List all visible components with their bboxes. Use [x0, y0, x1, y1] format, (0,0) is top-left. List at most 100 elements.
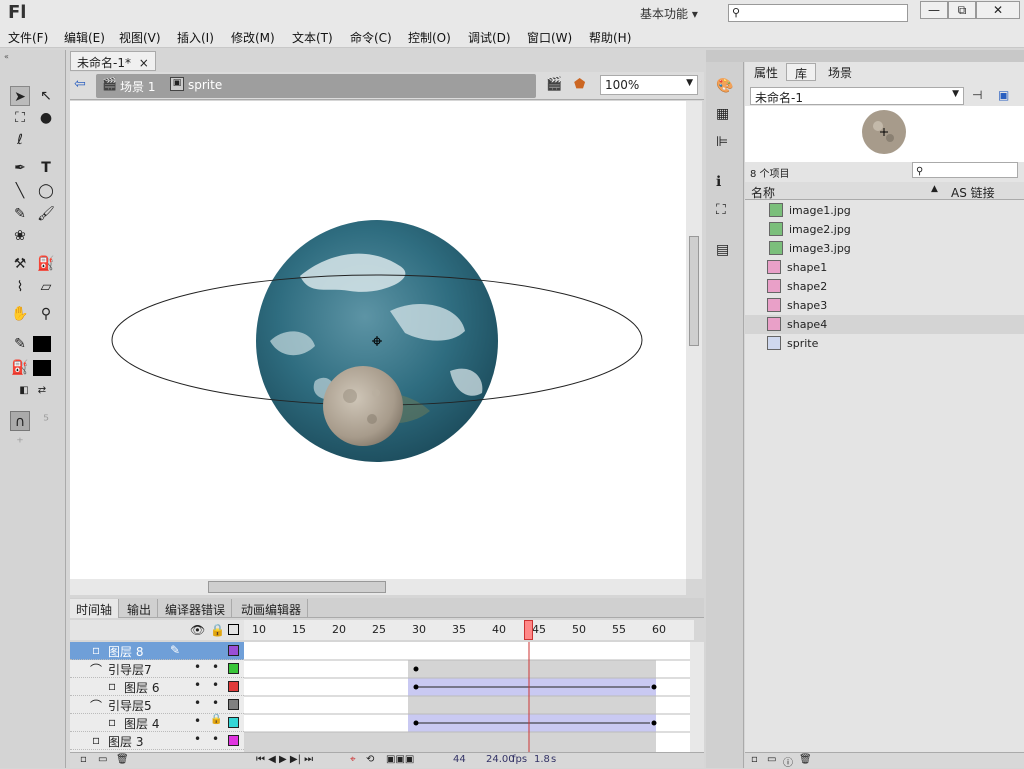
deco-tool-icon[interactable]: ❀ — [10, 226, 30, 246]
breadcrumb-symbol[interactable]: sprite — [188, 78, 222, 92]
column-name[interactable]: 名称 — [751, 184, 775, 201]
edit-scene-icon[interactable]: 🎬 — [546, 77, 562, 92]
layer-color-swatch[interactable] — [228, 735, 239, 746]
close-tab-icon[interactable]: × — [139, 56, 149, 70]
frame-ruler[interactable]: 10 15 20 25 30 35 40 45 50 55 60 — [244, 620, 694, 640]
selection-tool-icon[interactable]: ➤ — [10, 86, 30, 106]
zoom-select[interactable]: 100% ▼ — [600, 75, 698, 95]
back-arrow-icon[interactable]: ⇦ — [74, 76, 86, 92]
delete-layer-icon[interactable]: 🗑 — [116, 754, 129, 765]
onion-skin-icon[interactable]: ▣▣▣ — [386, 754, 414, 765]
line-tool-icon[interactable]: ╲ — [10, 181, 30, 201]
menu-view[interactable]: 视图(V) — [119, 29, 161, 46]
stroke-color-swatch[interactable] — [33, 336, 51, 352]
layer-row[interactable]: ▫ 图层 6 • • — [70, 678, 244, 696]
subselection-tool-icon[interactable]: ↖ — [36, 86, 56, 106]
visible-dot[interactable]: • — [194, 660, 201, 674]
playhead[interactable] — [524, 620, 533, 640]
sort-asc-icon[interactable]: ▲ — [931, 184, 938, 194]
hand-tool-icon[interactable]: ✋ — [10, 304, 30, 324]
tab-timeline[interactable]: 时间轴 — [70, 599, 120, 618]
straighten-icon[interactable]: ⁺ — [10, 433, 30, 453]
menu-text[interactable]: 文本(T) — [292, 29, 333, 46]
document-tab[interactable]: 未命名-1* × — [70, 51, 156, 71]
smooth-icon[interactable]: ⁵ — [36, 411, 56, 431]
library-item[interactable]: shape4 — [745, 315, 1024, 334]
layer-row[interactable]: ⌒ 引导层5 • • — [70, 696, 244, 714]
library-search-input[interactable]: ⚲ — [912, 162, 1018, 178]
help-search-input[interactable]: ⚲ — [728, 4, 908, 22]
loop-icon[interactable]: ⟲ — [366, 754, 374, 765]
menu-file[interactable]: 文件(F) — [8, 29, 48, 46]
new-folder-icon[interactable]: ▭ — [98, 754, 107, 765]
components-icon[interactable]: ▤ — [716, 242, 729, 258]
pen-tool-icon[interactable]: ✒ — [10, 158, 30, 178]
delete-icon[interactable]: 🗑 — [799, 754, 812, 765]
lock-icon[interactable]: 🔒 — [210, 623, 225, 637]
eyedropper-tool-icon[interactable]: ⌇ — [10, 277, 30, 297]
layer-color-swatch[interactable] — [228, 681, 239, 692]
center-frame-icon[interactable]: ⌖ — [350, 754, 356, 765]
lock-dot[interactable]: • — [212, 678, 219, 692]
visible-dot[interactable]: • — [194, 678, 201, 692]
transform-icon[interactable]: ⛶ — [716, 202, 726, 218]
eraser-tool-icon[interactable]: ▱ — [36, 277, 56, 297]
free-transform-tool-icon[interactable]: ⛶ — [10, 108, 30, 128]
text-tool-icon[interactable]: T — [36, 158, 56, 178]
menu-edit[interactable]: 编辑(E) — [64, 29, 105, 46]
visible-dot[interactable]: • — [194, 696, 201, 710]
playback-controls[interactable]: ⏮ ◀ ▶ ▶| ⏭ — [256, 754, 313, 765]
swap-colors-icon[interactable]: ⇄ — [32, 381, 52, 401]
layer-row[interactable]: ⌒ 引导层7 • • — [70, 660, 244, 678]
library-item[interactable]: shape3 — [745, 296, 1024, 315]
eye-icon[interactable]: 👁 — [190, 623, 205, 637]
info-icon[interactable]: ℹ — [716, 174, 721, 190]
tab-scene[interactable]: 场景 — [820, 63, 860, 81]
vertical-scroll-thumb[interactable] — [689, 236, 699, 346]
column-linkage[interactable]: AS 链接 — [951, 184, 995, 201]
library-item[interactable]: image2.jpg — [745, 220, 1024, 239]
library-item[interactable]: sprite — [745, 334, 1024, 353]
snap-to-objects-icon[interactable]: ∩ — [10, 411, 30, 431]
menu-debug[interactable]: 调试(D) — [468, 29, 511, 46]
visible-dot[interactable]: • — [194, 714, 201, 728]
menu-modify[interactable]: 修改(M) — [231, 29, 275, 46]
layer-row[interactable]: ▫ 图层 3 • • — [70, 732, 244, 750]
black-white-icon[interactable]: ◧ — [14, 381, 34, 401]
new-layer-icon[interactable]: ▫ — [80, 754, 87, 765]
breadcrumb-scene[interactable]: 场景 1 — [120, 78, 155, 95]
tab-library[interactable]: 库 — [786, 63, 817, 81]
library-item[interactable]: shape1 — [745, 258, 1024, 277]
menu-commands[interactable]: 命令(C) — [350, 29, 392, 46]
lasso-tool-icon[interactable]: ℓ — [10, 130, 30, 150]
align-icon[interactable]: ⊫ — [716, 134, 728, 150]
stage-horizontal-scrollbar[interactable] — [70, 579, 686, 595]
layer-color-swatch[interactable] — [228, 663, 239, 674]
bone-tool-icon[interactable]: ⚒ — [10, 254, 30, 274]
new-folder-icon[interactable]: ▭ — [767, 754, 776, 765]
frame-rate[interactable]: 24.00 — [486, 754, 515, 765]
tab-motion-editor[interactable]: 动画编辑器 — [235, 599, 309, 618]
layer-color-swatch[interactable] — [228, 717, 239, 728]
swatches-icon[interactable]: ▦ — [716, 106, 729, 122]
lock-dot[interactable]: • — [212, 696, 219, 710]
library-item[interactable]: image3.jpg — [745, 239, 1024, 258]
close-button[interactable]: ✕ — [976, 1, 1020, 19]
edit-symbols-icon[interactable]: ⬟ — [574, 77, 585, 92]
library-item[interactable]: image1.jpg — [745, 201, 1024, 220]
horizontal-scroll-thumb[interactable] — [208, 581, 386, 593]
pin-library-icon[interactable]: ⊣ — [972, 88, 982, 102]
library-item[interactable]: shape2 — [745, 277, 1024, 296]
panel-collapse-icon[interactable]: « — [4, 52, 64, 62]
timeline-scrollbar[interactable] — [690, 642, 704, 752]
fill-color-swatch[interactable] — [33, 360, 51, 376]
menu-insert[interactable]: 插入(I) — [177, 29, 214, 46]
tab-output[interactable]: 输出 — [121, 599, 159, 618]
brush-tool-icon[interactable]: 🖌 — [36, 204, 56, 224]
minimize-button[interactable]: — — [920, 1, 948, 19]
pencil-tool-icon[interactable]: ✎ — [10, 204, 30, 224]
maximize-button[interactable]: ⧉ — [948, 1, 976, 19]
tab-compiler-errors[interactable]: 编译器错误 — [159, 599, 233, 618]
stage-vertical-scrollbar[interactable] — [686, 101, 702, 579]
layer-color-swatch[interactable] — [228, 645, 239, 656]
